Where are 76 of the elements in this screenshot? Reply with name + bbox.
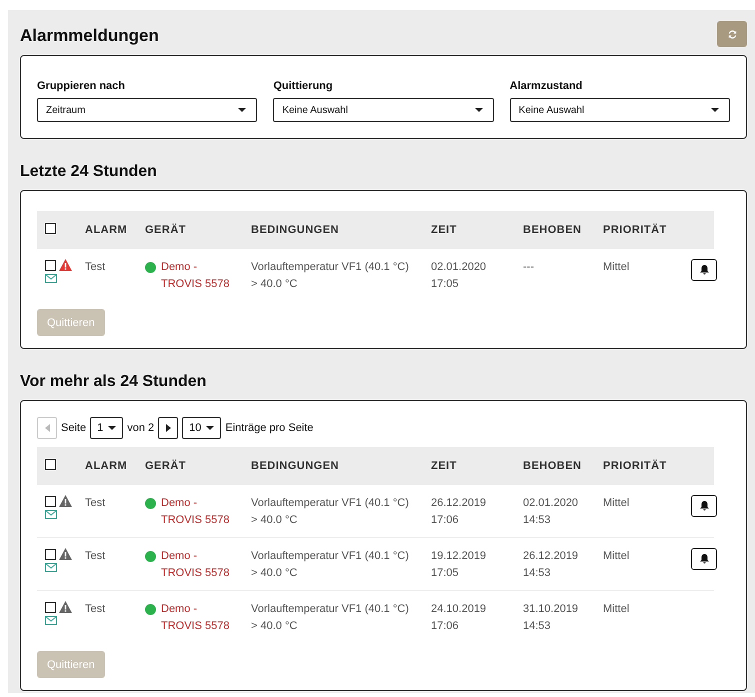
bell-button[interactable]	[691, 495, 717, 517]
column-header: ZEIT	[431, 224, 458, 236]
page-dropdown[interactable]: 1	[90, 417, 124, 439]
section-heading: Letzte 24 Stunden	[20, 163, 158, 181]
page-title: Alarmmeldungen	[20, 26, 159, 46]
device-link[interactable]: Demo - TROVIS 5578	[161, 495, 233, 529]
bell-icon	[700, 265, 708, 275]
priority-cell-text: Mittel	[603, 496, 630, 511]
time-cell-text: 02.01.2020 17:05	[431, 260, 488, 292]
bell-icon	[700, 501, 708, 511]
caret-icon	[238, 108, 246, 112]
row-checkbox[interactable]	[45, 260, 56, 270]
caret-icon	[474, 108, 483, 112]
envelope-icon	[45, 616, 57, 625]
refresh-icon	[726, 28, 738, 40]
alarm-cell-text: Test	[85, 602, 106, 617]
time-cell-text: 26.12.2019 17:06	[431, 496, 488, 528]
row-checkbox[interactable]	[45, 548, 56, 560]
priority-cell-text: Mittel	[603, 549, 630, 564]
column-header: BEHOBEN	[523, 224, 583, 236]
priority-cell-text: Mittel	[603, 260, 630, 275]
page-size-dropdown[interactable]: 10	[182, 417, 222, 439]
device-link[interactable]: Demo - TROVIS 5578	[161, 601, 233, 635]
resolved-cell-text: 31.10.2019 14:53	[523, 602, 580, 634]
condition-cell-text: Vorlauftemperatur VF1 (40.1 °C) > 40.0 °C	[251, 260, 410, 292]
filter-dropdown[interactable]: Zeitraum	[37, 98, 258, 122]
row-checkbox[interactable]	[45, 602, 56, 612]
bell-icon	[700, 554, 708, 564]
device-link[interactable]: Demo - TROVIS 5578	[161, 259, 233, 293]
column-header: GERÄT	[145, 460, 187, 472]
caret-right-icon	[166, 424, 171, 432]
column-header: GERÄT	[145, 224, 187, 236]
envelope-icon	[45, 510, 57, 519]
priority-cell-text: Mittel	[603, 602, 630, 617]
select-all-checkbox[interactable]	[45, 223, 56, 234]
row-checkbox[interactable]	[45, 496, 56, 506]
filter-dropdown[interactable]: Keine Auswahl	[510, 98, 730, 122]
page-count: von 2	[127, 422, 154, 434]
column-header: BEDINGUNGEN	[251, 224, 340, 236]
select-all-checkbox[interactable]	[45, 459, 56, 470]
refresh-button[interactable]	[717, 21, 747, 47]
section-heading: Vor mehr als 24 Stunden	[20, 373, 208, 391]
bell-button[interactable]	[691, 259, 717, 281]
condition-cell-text: Vorlauftemperatur VF1 (40.1 °C) > 40.0 °C	[251, 602, 410, 634]
column-header: PRIORITÄT	[603, 224, 668, 236]
next-page-button[interactable]	[158, 417, 178, 439]
filter-dropdown[interactable]: Keine Auswahl	[273, 98, 494, 122]
filter-label: Alarmzustand	[510, 80, 584, 92]
condition-cell-text: Vorlauftemperatur VF1 (40.1 °C) > 40.0 °C	[251, 549, 410, 581]
caret-icon	[108, 426, 116, 430]
resolved-cell-text: 26.12.2019 14:53	[523, 549, 580, 581]
caret-icon	[710, 108, 719, 112]
page-label: Seite	[61, 422, 86, 434]
time-cell-text: 24.10.2019 17:06	[431, 602, 488, 634]
caret-left-icon	[44, 424, 50, 432]
column-header: ZEIT	[431, 460, 458, 472]
device-link[interactable]: Demo - TROVIS 5578	[161, 548, 233, 582]
page-size-label: Einträge pro Seite	[225, 422, 314, 434]
filter-label: Quittierung	[273, 80, 334, 92]
column-header: BEDINGUNGEN	[251, 460, 340, 472]
column-header: ALARM	[85, 460, 128, 472]
bell-button[interactable]	[691, 548, 717, 570]
time-cell-text: 19.12.2019 17:05	[431, 549, 488, 581]
filter-label: Gruppieren nach	[37, 80, 126, 92]
alarm-cell-text: Test	[85, 549, 106, 564]
envelope-icon	[45, 274, 57, 283]
resolved-cell-text: 02.01.2020 14:53	[523, 496, 580, 528]
envelope-icon	[45, 563, 57, 572]
condition-cell-text: Vorlauftemperatur VF1 (40.1 °C) > 40.0 °C	[251, 496, 410, 528]
alarm-cell-text: Test	[85, 496, 106, 511]
column-header: ALARM	[85, 224, 128, 236]
column-header: BEHOBEN	[523, 460, 583, 472]
resolved-cell-text: ---	[523, 260, 535, 275]
alarm-cell-text: Test	[85, 260, 106, 275]
caret-icon	[206, 426, 214, 430]
column-header: PRIORITÄT	[603, 460, 668, 472]
